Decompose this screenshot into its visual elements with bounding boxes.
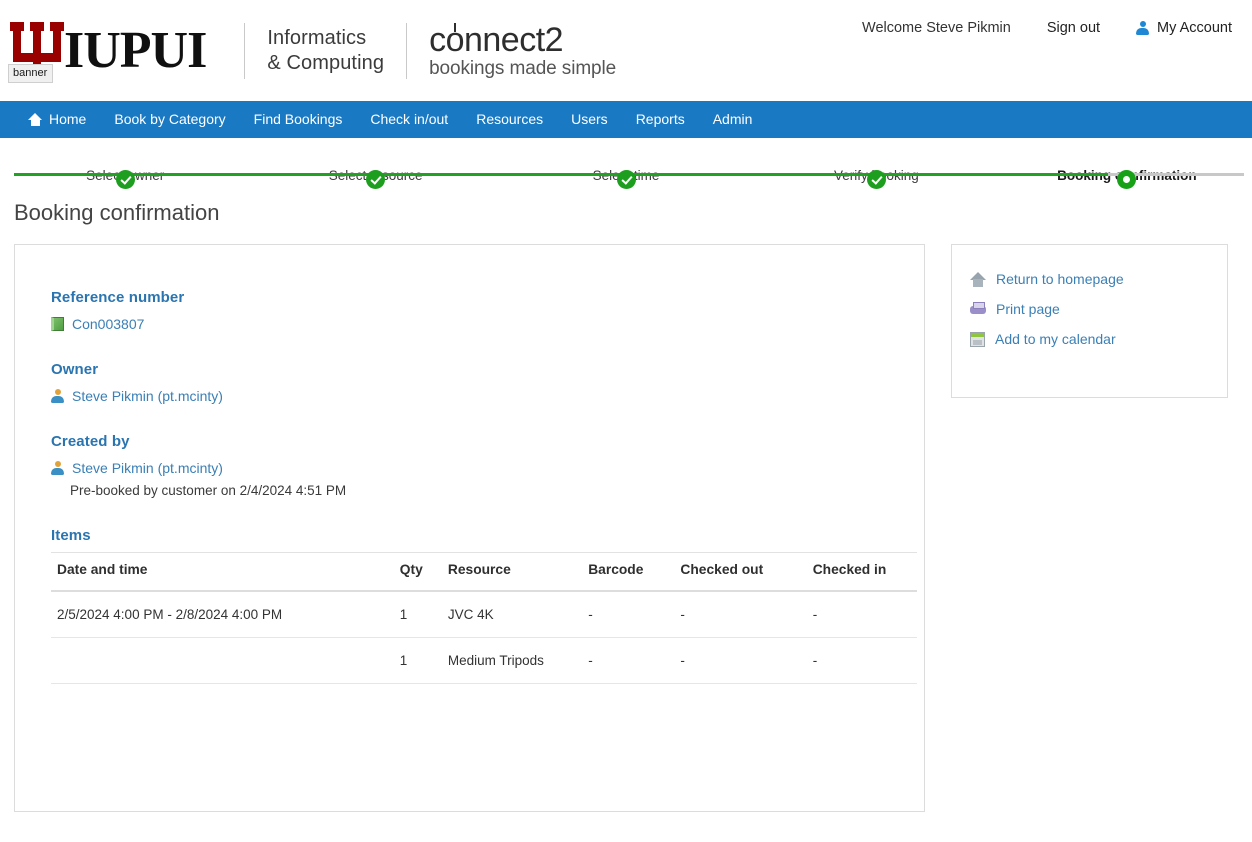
reference-number-link[interactable]: Con003807	[72, 316, 144, 332]
col-header-checked-out: Checked out	[674, 552, 807, 592]
cell-resource: JVC 4K	[441, 591, 583, 638]
nav-item-home[interactable]: Home	[14, 101, 100, 138]
reference-number-row: Con003807	[51, 316, 888, 332]
col-header-checked-in: Checked in	[806, 552, 917, 592]
owner-section: Owner Steve Pikmin (pt.mcinty)	[51, 361, 888, 404]
person-icon	[1136, 21, 1150, 35]
cell-qty: 1	[393, 591, 442, 638]
iupui-wordmark: IUPUI	[64, 21, 207, 79]
main-navigation: Home Book by Category Find Bookings Chec…	[0, 101, 1252, 138]
power-symbol-o: o	[445, 20, 465, 59]
calendar-icon	[970, 331, 985, 347]
cell-resource: Medium Tripods	[441, 637, 583, 684]
iupui-logo[interactable]: banner IUPUI	[8, 20, 222, 83]
my-account-label: My Account	[1157, 20, 1232, 36]
cell-checked-out: -	[674, 591, 807, 638]
table-header-row: Date and time Qty Resource Barcode Check…	[51, 552, 917, 592]
cell-barcode: -	[582, 591, 675, 638]
step-node-select-time[interactable]	[616, 170, 636, 189]
cell-checked-in: -	[806, 591, 917, 638]
printer-icon	[970, 302, 986, 316]
created-by-link[interactable]: Steve Pikmin (pt.mcinty)	[72, 460, 223, 476]
items-heading: Items	[51, 527, 91, 544]
cell-barcode: -	[582, 637, 675, 684]
nav-item-resources[interactable]: Resources	[462, 101, 557, 138]
school-name-line2: & Computing	[267, 51, 385, 74]
brand-group: banner IUPUI Informatics & Computing con…	[8, 15, 616, 87]
book-icon	[51, 317, 64, 331]
header-divider-2	[406, 22, 408, 79]
step-node-select-resource[interactable]	[366, 170, 386, 189]
home-icon	[28, 113, 42, 126]
print-page-label[interactable]: Print page	[996, 301, 1060, 317]
created-by-note: Pre-booked by customer on 2/4/2024 4:51 …	[70, 483, 347, 498]
page-title: Booking confirmation	[14, 200, 220, 225]
connect2-logo[interactable]: connect2 bookings made simple	[429, 22, 616, 80]
step-node-booking-confirmation[interactable]	[1117, 170, 1137, 189]
person-icon	[51, 389, 64, 403]
image-alt-tooltip: banner	[8, 63, 54, 83]
booking-progress-stepper: Select owner Select resource Select time…	[0, 139, 1252, 198]
table-row: 2/5/2024 4:00 PM - 2/8/2024 4:00 PM 1 JV…	[51, 591, 917, 638]
add-to-calendar-label[interactable]: Add to my calendar	[995, 331, 1116, 347]
quick-actions-panel: Return to homepage Print page Add to my …	[951, 244, 1228, 398]
nav-item-users[interactable]: Users	[557, 101, 622, 138]
created-by-section: Created by Steve Pikmin (pt.mcinty) Pre-…	[51, 433, 888, 498]
connect2-wordmark: connect2	[429, 20, 564, 59]
header-divider-1	[244, 22, 246, 79]
owner-link[interactable]: Steve Pikmin (pt.mcinty)	[72, 388, 223, 404]
created-by-heading: Created by	[51, 433, 130, 450]
step-node-verify-booking[interactable]	[866, 170, 886, 189]
col-header-date-time: Date and time	[51, 552, 394, 592]
return-to-homepage-link[interactable]: Return to homepage	[970, 271, 1207, 287]
col-header-barcode: Barcode	[582, 552, 675, 592]
created-by-row: Steve Pikmin (pt.mcinty)	[51, 460, 888, 476]
owner-heading: Owner	[51, 361, 99, 378]
connect2-tagline: bookings made simple	[429, 57, 617, 79]
owner-row: Steve Pikmin (pt.mcinty)	[51, 388, 888, 404]
nav-item-find-bookings[interactable]: Find Bookings	[240, 101, 357, 138]
site-header: banner IUPUI Informatics & Computing con…	[0, 0, 1252, 101]
col-header-qty: Qty	[393, 552, 442, 592]
nav-item-reports[interactable]: Reports	[622, 101, 699, 138]
school-name-line1: Informatics	[267, 26, 367, 49]
cell-checked-out: -	[674, 637, 807, 684]
school-name: Informatics & Computing	[267, 26, 384, 76]
reference-number-heading: Reference number	[51, 289, 185, 306]
nav-item-admin[interactable]: Admin	[699, 101, 767, 138]
print-page-link[interactable]: Print page	[970, 301, 1207, 317]
cell-date-time: 2/5/2024 4:00 PM - 2/8/2024 4:00 PM	[51, 591, 394, 638]
home-icon	[970, 271, 986, 287]
table-row: 1 Medium Tripods - - -	[51, 637, 917, 684]
stepper-nodes	[0, 170, 1252, 189]
reference-number-section: Reference number Con003807	[51, 289, 888, 332]
person-icon	[51, 461, 64, 475]
cell-date-time	[51, 637, 394, 684]
sign-out-link[interactable]: Sign out	[1029, 20, 1118, 36]
cell-checked-in: -	[806, 637, 917, 684]
booking-details-panel: Reference number Con003807 Owner Steve P…	[14, 244, 925, 812]
col-header-resource: Resource	[441, 552, 583, 592]
nav-item-home-label: Home	[49, 111, 87, 127]
nav-item-check-in-out[interactable]: Check in/out	[356, 101, 462, 138]
step-node-select-owner[interactable]	[115, 170, 135, 189]
items-section: Items Date and time Qty Resource Barcode…	[51, 527, 917, 684]
header-account-area: Welcome Steve Pikmin Sign out My Account	[844, 20, 1238, 36]
return-to-homepage-label[interactable]: Return to homepage	[996, 271, 1124, 287]
page-content: Reference number Con003807 Owner Steve P…	[0, 228, 1252, 812]
nav-item-book-by-category[interactable]: Book by Category	[100, 101, 239, 138]
add-to-calendar-link[interactable]: Add to my calendar	[970, 331, 1207, 347]
cell-qty: 1	[393, 637, 442, 684]
items-table: Date and time Qty Resource Barcode Check…	[51, 552, 917, 684]
welcome-text: Welcome Steve Pikmin	[862, 20, 1011, 36]
my-account-link[interactable]: My Account	[1118, 20, 1238, 36]
